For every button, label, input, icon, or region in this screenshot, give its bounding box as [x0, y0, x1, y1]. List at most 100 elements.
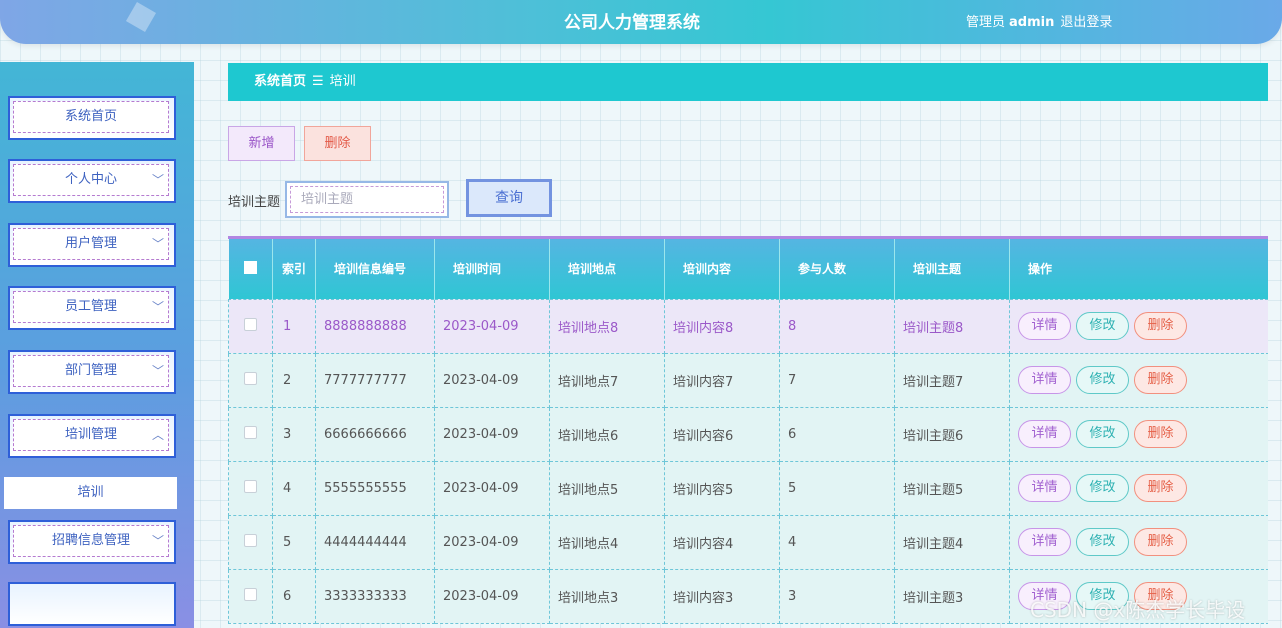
edit-button[interactable]: 修改: [1076, 420, 1129, 448]
logout-link[interactable]: 退出登录: [1060, 15, 1112, 30]
cell-idx: 1: [272, 298, 316, 354]
sidebar-item-personal-center[interactable]: 个人中心 ﹀: [8, 159, 176, 203]
sidebar-item-user-management[interactable]: 用户管理 ﹀: [8, 223, 176, 267]
cell-ops: 详情 修改 删除: [1009, 406, 1268, 462]
cell-ops: 详情 修改 删除: [1009, 460, 1268, 516]
query-button[interactable]: 查询: [466, 179, 552, 217]
breadcrumb-home[interactable]: 系统首页: [254, 74, 306, 89]
add-button[interactable]: 新增: [228, 126, 295, 161]
row-checkbox[interactable]: [244, 587, 257, 601]
menu-frame: [8, 582, 176, 626]
row-select-cell: [228, 406, 273, 462]
table-row: 5 4444444444 2023-04-09 培训地点4 培训内容4 4 培训主题4 详情修…: [228, 514, 1268, 570]
row-delete-button[interactable]: 删除: [1134, 312, 1187, 340]
watermark: CSDN @x陈杰学长毕设: [1030, 598, 1246, 622]
header-code: 培训信息编号: [315, 239, 435, 299]
chevron-up-icon: ︿: [151, 428, 164, 442]
cell-count: 4: [779, 514, 895, 570]
cell-place: 培训地点8: [549, 298, 665, 354]
breadcrumb: 系统首页 ☰ 培训: [228, 63, 1268, 101]
row-delete-button[interactable]: 删除: [1134, 474, 1187, 502]
row-select-cell: [228, 460, 273, 516]
sidebar-item-training-management[interactable]: 培训管理 ︿: [8, 414, 176, 458]
chevron-down-icon: ﹀: [151, 237, 164, 251]
chevron-down-icon: ﹀: [151, 173, 164, 187]
row-select-cell: [228, 514, 273, 570]
cell-place: 培训地点6: [549, 406, 665, 462]
cell-content: 培训内容4: [664, 514, 780, 570]
delete-button[interactable]: 删除: [304, 126, 371, 161]
row-checkbox[interactable]: [244, 371, 257, 385]
cell-topic: 培训主题6: [894, 406, 1010, 462]
cell-code: 3333333333: [315, 568, 435, 624]
sidebar-item-home[interactable]: 系统首页: [8, 96, 176, 140]
table-row: 3 6666666666 2023-04-09 培训地点6 培训内容6 6 培训主题6 详情修…: [228, 406, 1268, 462]
row-checkbox[interactable]: [244, 425, 257, 439]
cell-time: 2023-04-09: [434, 352, 550, 408]
row-checkbox[interactable]: [244, 479, 257, 493]
cell-code: 7777777777: [315, 352, 435, 408]
edit-button[interactable]: 修改: [1076, 366, 1129, 394]
detail-button[interactable]: 详情: [1018, 528, 1071, 556]
cell-time: 2023-04-09: [434, 298, 550, 354]
header-content: 培训内容: [664, 239, 780, 299]
cell-time: 2023-04-09: [434, 460, 550, 516]
row-checkbox[interactable]: [244, 533, 257, 547]
cell-content: 培训内容3: [664, 568, 780, 624]
table-row: 4 5555555555 2023-04-09 培训地点5 培训内容5 5 培训主题5 详情修…: [228, 460, 1268, 516]
table-row: 2 7777777777 2023-04-09 培训地点7 培训内容7 7 培训主题7 详情修…: [228, 352, 1268, 408]
cell-place: 培训地点7: [549, 352, 665, 408]
cell-topic: 培训主题8: [894, 298, 1010, 354]
select-all-header[interactable]: [228, 239, 273, 299]
cell-code: 4444444444: [315, 514, 435, 570]
cell-code: 6666666666: [315, 406, 435, 462]
user-area: 管理员 admin 退出登录: [966, 11, 1112, 30]
sidebar-item-label: 系统首页: [13, 101, 169, 133]
sidebar-item-label: 员工管理: [13, 291, 169, 323]
detail-button[interactable]: 详情: [1018, 366, 1071, 394]
sidebar-item-label: 个人中心: [13, 164, 169, 196]
cell-count: 7: [779, 352, 895, 408]
cell-count: 3: [779, 568, 895, 624]
search-label: 培训主题: [228, 195, 281, 210]
sidebar-item-recruitment-management[interactable]: 招聘信息管理 ﹀: [8, 520, 176, 564]
sidebar-item-label: 用户管理: [13, 228, 169, 260]
breadcrumb-separator-icon: ☰: [312, 74, 324, 89]
detail-button[interactable]: 详情: [1018, 474, 1071, 502]
data-table: 索引 培训信息编号 培训时间 培训地点 培训内容 参与人数 培训主题 操作 1 8…: [228, 236, 1268, 628]
cell-code: 5555555555: [315, 460, 435, 516]
cell-content: 培训内容6: [664, 406, 780, 462]
edit-button[interactable]: 修改: [1076, 474, 1129, 502]
row-delete-button[interactable]: 删除: [1134, 420, 1187, 448]
cell-place: 培训地点4: [549, 514, 665, 570]
header-index: 索引: [272, 239, 316, 299]
cell-count: 5: [779, 460, 895, 516]
user-role: 管理员: [966, 15, 1006, 30]
sidebar-item-department-management[interactable]: 部门管理 ﹀: [8, 350, 176, 394]
cell-topic: 培训主题5: [894, 460, 1010, 516]
row-select-cell: [228, 352, 273, 408]
search-input[interactable]: [285, 181, 449, 218]
table-header-row: 索引 培训信息编号 培训时间 培训地点 培训内容 参与人数 培训主题 操作: [228, 239, 1268, 299]
detail-button[interactable]: 详情: [1018, 420, 1071, 448]
cell-time: 2023-04-09: [434, 568, 550, 624]
edit-button[interactable]: 修改: [1076, 312, 1129, 340]
chevron-down-icon: ﹀: [151, 300, 164, 314]
cell-ops: 详情 修改 删除: [1009, 514, 1268, 570]
top-header: 公司人力管理系统 管理员 admin 退出登录: [0, 0, 1282, 44]
edit-button[interactable]: 修改: [1076, 528, 1129, 556]
detail-button[interactable]: 详情: [1018, 312, 1071, 340]
chevron-down-icon: ﹀: [151, 364, 164, 378]
select-all-checkbox[interactable]: [243, 260, 257, 274]
cell-count: 6: [779, 406, 895, 462]
sidebar-item-partial[interactable]: [8, 582, 176, 626]
sidebar-subitem-training[interactable]: 培训: [4, 477, 177, 509]
sidebar-item-label: 培训管理: [13, 419, 169, 451]
row-delete-button[interactable]: 删除: [1134, 528, 1187, 556]
header-ops: 操作: [1009, 239, 1268, 299]
row-checkbox[interactable]: [244, 317, 257, 331]
sidebar-item-employee-management[interactable]: 员工管理 ﹀: [8, 286, 176, 330]
row-delete-button[interactable]: 删除: [1134, 366, 1187, 394]
cell-count: 8: [779, 298, 895, 354]
cell-time: 2023-04-09: [434, 514, 550, 570]
